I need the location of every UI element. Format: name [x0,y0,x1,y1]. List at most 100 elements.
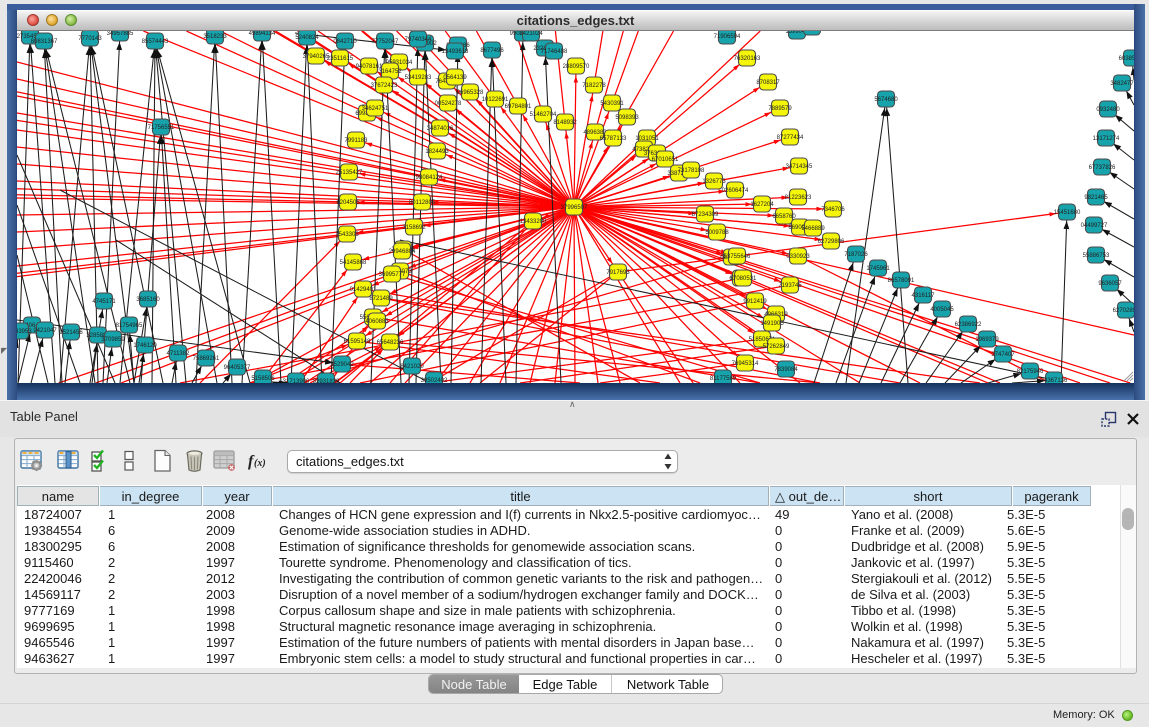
svg-text:65648236: 65648236 [377,340,404,346]
svg-text:5240824: 5240824 [295,35,319,41]
svg-text:9421047: 9421047 [33,328,57,334]
svg-text:1326773: 1326773 [702,179,726,185]
svg-text:5158506: 5158506 [251,376,275,382]
svg-text:13493618: 13493618 [442,49,469,55]
svg-text:96965328: 96965328 [457,90,484,96]
svg-text:7346706: 7346706 [821,207,845,213]
svg-text:5430391: 5430391 [600,101,624,107]
svg-text:86578091: 86578091 [888,278,915,284]
svg-text:5674680: 5674680 [874,97,898,103]
svg-text:28809570: 28809570 [563,64,590,70]
svg-text:69784801: 69784801 [505,104,532,110]
svg-text:9821465: 9821465 [1084,195,1108,201]
svg-text:0932480: 0932480 [1096,107,1120,113]
svg-text:2421024: 2421024 [519,31,543,37]
svg-text:57262849: 57262849 [763,344,790,350]
svg-text:13171274: 13171274 [1093,136,1120,142]
svg-text:81177589: 81177589 [710,376,737,382]
svg-text:51462704: 51462704 [530,112,557,118]
svg-text:1491905: 1491905 [760,321,784,327]
svg-text:96405377: 96405377 [224,365,251,371]
svg-text:10122691: 10122691 [482,97,509,103]
svg-text:0564139: 0564139 [443,75,467,81]
svg-text:7991183: 7991183 [345,138,369,144]
svg-text:15451680: 15451680 [1054,210,1081,216]
svg-text:5098393: 5098393 [615,115,639,121]
svg-text:4005045: 4005045 [930,307,954,313]
svg-text:17080531: 17080531 [730,276,757,282]
svg-text:7917693: 7917693 [606,270,630,276]
svg-text:8708317: 8708317 [756,80,780,86]
svg-text:36995777: 36995777 [379,272,406,278]
svg-text:5466889: 5466889 [801,226,825,232]
svg-text:4745171: 4745171 [92,299,116,305]
svg-text:73178108: 73178108 [678,168,705,174]
svg-text:7543303: 7543303 [335,232,359,238]
svg-text:3685160: 3685160 [136,297,160,303]
svg-text:1745961: 1745961 [866,266,890,272]
svg-text:37672423: 37672423 [371,83,398,89]
svg-text:0842710: 0842710 [333,39,357,45]
svg-text:34957885: 34957885 [107,31,134,37]
svg-text:9743953: 9743953 [17,329,32,335]
svg-text:6658760: 6658760 [772,214,796,220]
svg-text:9521456: 9521456 [59,330,83,336]
svg-text:74367136: 74367136 [1041,378,1068,383]
svg-text:34714345: 34714345 [786,164,813,170]
svg-text:1746120: 1746120 [133,343,157,349]
svg-text:9912419: 9912419 [743,299,767,305]
svg-text:53755646: 53755646 [724,254,751,260]
svg-text:37996507: 37996507 [561,205,588,211]
svg-text:67010651: 67010651 [652,157,679,163]
svg-text:13433200: 13433200 [520,219,547,225]
svg-text:3158692: 3158692 [402,225,426,231]
svg-text:34874016: 34874016 [427,126,454,132]
svg-text:65787133: 65787133 [600,136,627,142]
svg-text:23511615: 23511615 [327,56,354,62]
svg-text:8677496: 8677496 [480,48,504,54]
svg-text:82175946: 82175946 [1017,369,1044,375]
svg-text:3518233: 3518233 [203,34,227,40]
svg-text:98084124: 98084124 [416,175,443,181]
svg-text:77752047: 77752047 [372,39,399,45]
svg-text:0330923: 0330923 [786,254,810,260]
svg-text:3747407: 3747407 [991,352,1015,358]
svg-text:4711382: 4711382 [167,351,191,357]
svg-text:75869261: 75869261 [193,356,220,362]
svg-text:25135427: 25135427 [336,170,363,176]
svg-text:71746488: 71746488 [541,49,568,55]
svg-text:34624751: 34624751 [362,106,389,112]
svg-text:76945314: 76945314 [732,361,759,367]
svg-text:29946804: 29946804 [389,249,416,255]
svg-text:7193745: 7193745 [778,283,802,289]
svg-text:87234309: 87234309 [692,212,719,218]
svg-text:71756551: 71756551 [148,125,175,131]
svg-text:8421020: 8421020 [400,364,424,370]
svg-text:8721489: 8721489 [369,296,393,302]
svg-text:1824493: 1824493 [425,149,449,155]
svg-text:81223623: 81223623 [785,195,812,201]
svg-text:39502402: 39502402 [421,378,448,383]
svg-text:80112805: 80112805 [409,200,436,206]
svg-text:1627204: 1627204 [750,202,774,208]
svg-text:79740344: 79740344 [405,37,432,43]
svg-text:7182278: 7182278 [582,83,606,89]
svg-text:87277434: 87277434 [777,135,804,141]
svg-text:02606474: 02606474 [722,188,749,194]
svg-text:76320163: 76320163 [734,56,761,62]
svg-text:80831367: 80831367 [31,39,58,45]
svg-text:8148932: 8148932 [553,120,577,126]
svg-text:53419283: 53419283 [405,75,432,81]
svg-text:04499727: 04499727 [1081,223,1108,229]
svg-text:00524278: 00524278 [435,101,462,107]
svg-text:7839084: 7839084 [774,367,798,373]
svg-text:71906594: 71906594 [714,34,741,40]
svg-text:3709859: 3709859 [101,337,125,343]
svg-text:4060883: 4060883 [365,319,389,325]
svg-text:62702895: 62702895 [1113,308,1134,314]
svg-text:54145868: 54145868 [340,260,367,266]
svg-text:62729806: 62729806 [818,239,845,245]
svg-text:61595148: 61595148 [344,339,371,345]
svg-text:3529042: 3529042 [330,362,354,368]
svg-text:4316117: 4316117 [912,293,936,299]
